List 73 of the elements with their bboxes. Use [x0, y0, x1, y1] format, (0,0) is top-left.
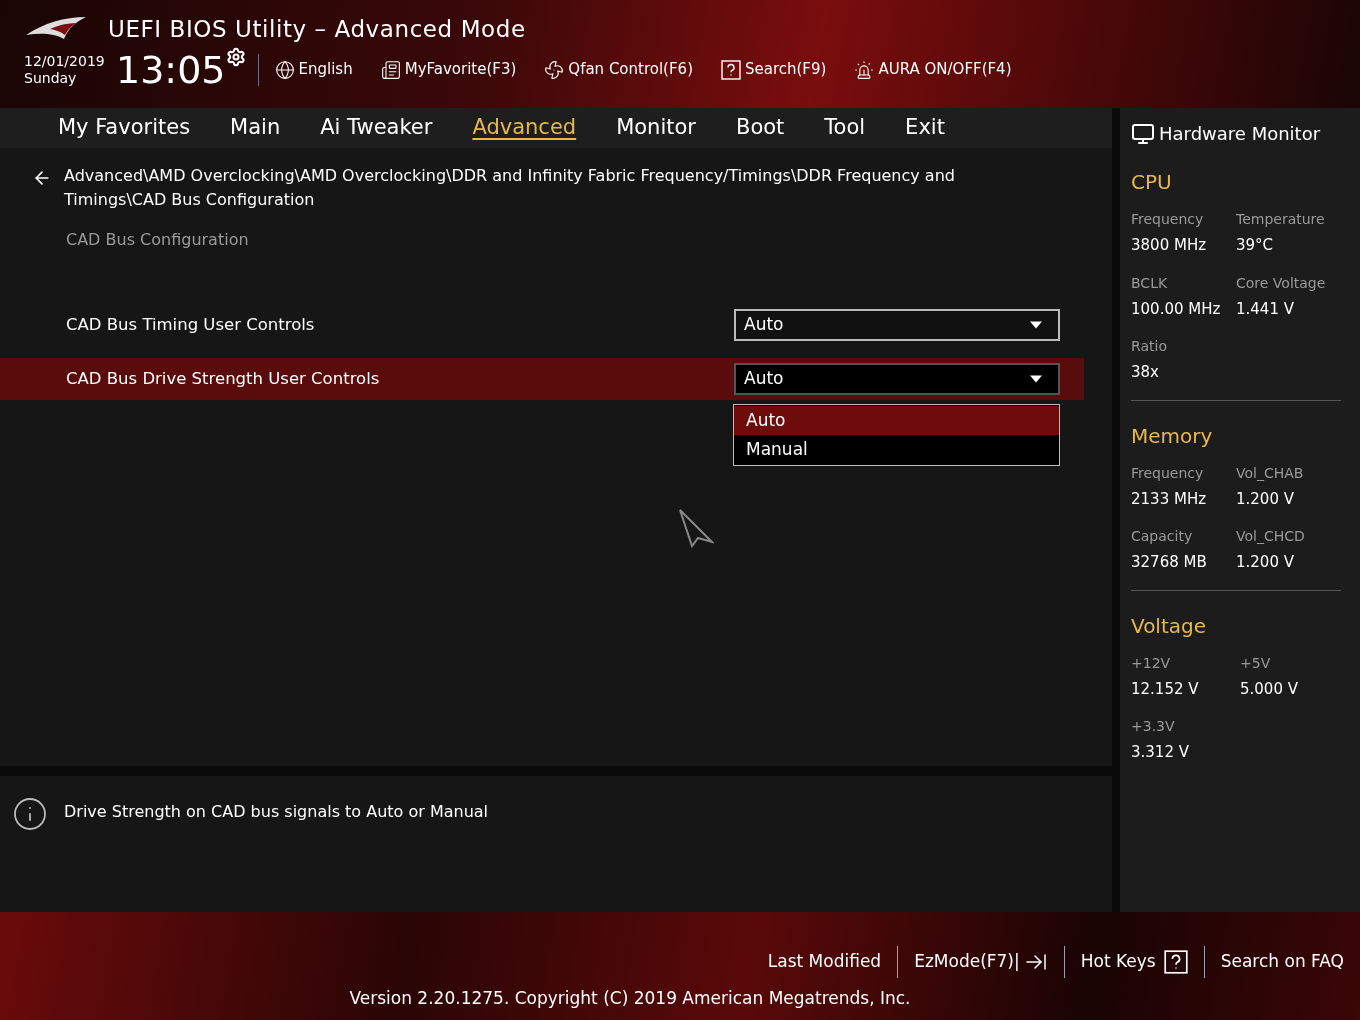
menu-tab[interactable]: My Favorites	[58, 112, 191, 144]
metric-label: Vol_CHAB	[1236, 463, 1305, 483]
menu-tab[interactable]: Main	[230, 112, 281, 144]
footer-button[interactable]: EzMode(F7)|	[910, 949, 1052, 975]
metric-label: Vol_CHCD	[1236, 527, 1306, 546]
menu-tab[interactable]: Boot	[735, 112, 785, 144]
metric-label: Capacity	[1131, 527, 1194, 546]
metric-value: 39°C	[1236, 235, 1275, 256]
question-icon	[1163, 950, 1188, 974]
list-icon	[380, 59, 401, 80]
setting-label: CAD Bus Drive Strength User Controls	[66, 367, 380, 390]
metric-value: 32768 MB	[1131, 552, 1208, 573]
metric-value: 3.312 V	[1131, 742, 1190, 763]
menu-tab[interactable]: Ai Tweaker	[320, 112, 433, 144]
caret-icon	[1030, 375, 1042, 383]
metric-label: Temperature	[1236, 210, 1326, 229]
mouse-pointer-icon	[678, 508, 714, 548]
fan-icon	[544, 59, 565, 80]
panel-title: Hardware Monitor	[1159, 122, 1321, 146]
metric-label: +3.3V	[1131, 717, 1176, 736]
metric-label: +5V	[1240, 653, 1272, 673]
section-heading: CPU	[1131, 169, 1173, 196]
metric-value: 1.200 V	[1236, 488, 1295, 510]
dropdown-select[interactable]: Auto	[734, 363, 1060, 395]
section-heading: Voltage	[1131, 612, 1208, 640]
setting-row[interactable]: CAD Bus Timing User Controls Auto	[0, 304, 1084, 346]
toolbar-button[interactable]: Qfan Control(F6)	[544, 58, 693, 81]
question-icon	[721, 59, 741, 80]
toolbar-button[interactable]: English	[274, 58, 353, 81]
dropdown-option[interactable]: Auto	[734, 406, 1059, 435]
info-icon	[12, 796, 48, 832]
metric-label: Frequency	[1131, 463, 1205, 483]
window-title: UEFI BIOS Utility – Advanced Mode	[108, 15, 526, 44]
footer-button[interactable]: Hot Keys	[1076, 949, 1192, 975]
metric-value: 100.00 MHz	[1131, 298, 1222, 320]
menu-tab[interactable]: Tool	[824, 112, 866, 144]
menu-tab[interactable]: Advanced	[472, 112, 577, 144]
metric-label: Frequency	[1131, 210, 1205, 229]
footer-button[interactable]: Search on FAQ	[1216, 949, 1348, 975]
monitor-icon	[1131, 121, 1155, 146]
toolbar-button[interactable]: MyFavorite(F3)	[380, 58, 517, 81]
clock-time: 13:05	[116, 50, 226, 89]
metric-label: BCLK	[1131, 273, 1169, 293]
metric-value: 38x	[1131, 362, 1160, 383]
metric-value: 3800 MHz	[1131, 235, 1208, 256]
day-text: Sunday	[24, 69, 78, 87]
globe-icon	[274, 59, 295, 80]
menu-tab[interactable]: Exit	[905, 112, 945, 144]
metric-value: 1.441 V	[1236, 298, 1295, 320]
metric-label: Ratio	[1131, 337, 1168, 356]
setting-label: CAD Bus Timing User Controls	[66, 313, 315, 336]
dropdown-select[interactable]: Auto	[734, 309, 1060, 341]
metric-value: 2133 MHz	[1131, 488, 1208, 510]
date-text: 12/01/2019	[24, 52, 106, 70]
settings-icon[interactable]	[225, 46, 246, 67]
metric-label: +12V	[1131, 653, 1172, 673]
setting-row[interactable]: CAD Bus Drive Strength User Controls Auto	[0, 358, 1084, 400]
toolbar-button[interactable]: AURA ON/OFF(F4)	[854, 58, 1012, 81]
metric-value: 5.000 V	[1240, 678, 1299, 700]
section-title: CAD Bus Configuration	[66, 229, 250, 251]
metric-value: 12.152 V	[1131, 678, 1200, 700]
caret-icon	[1030, 321, 1042, 329]
menu-tab[interactable]: Monitor	[616, 112, 696, 144]
metric-label: Core Voltage	[1236, 273, 1327, 293]
breadcrumb-path: Advanced\AMD Overclocking\AMD Overclocking\DDR and Infinity Fabric Frequency/Timings\DDR Frequency and Timings\CAD Bus Configuration	[64, 165, 956, 211]
dropdown-option[interactable]: Manual	[734, 435, 1059, 464]
toolbar-button[interactable]: Search(F9)	[721, 58, 827, 81]
footer-button[interactable]: Last Modified	[763, 949, 886, 975]
section-heading: Memory	[1131, 422, 1214, 450]
aura-light-icon	[854, 59, 875, 80]
help-text: Drive Strength on CAD bus signals to Auto or Manual	[64, 801, 489, 823]
version-text: Version 2.20.1275. Copyright (C) 2019 American Megatrends, Inc.	[349, 987, 911, 1010]
metric-value: 1.200 V	[1236, 552, 1295, 573]
